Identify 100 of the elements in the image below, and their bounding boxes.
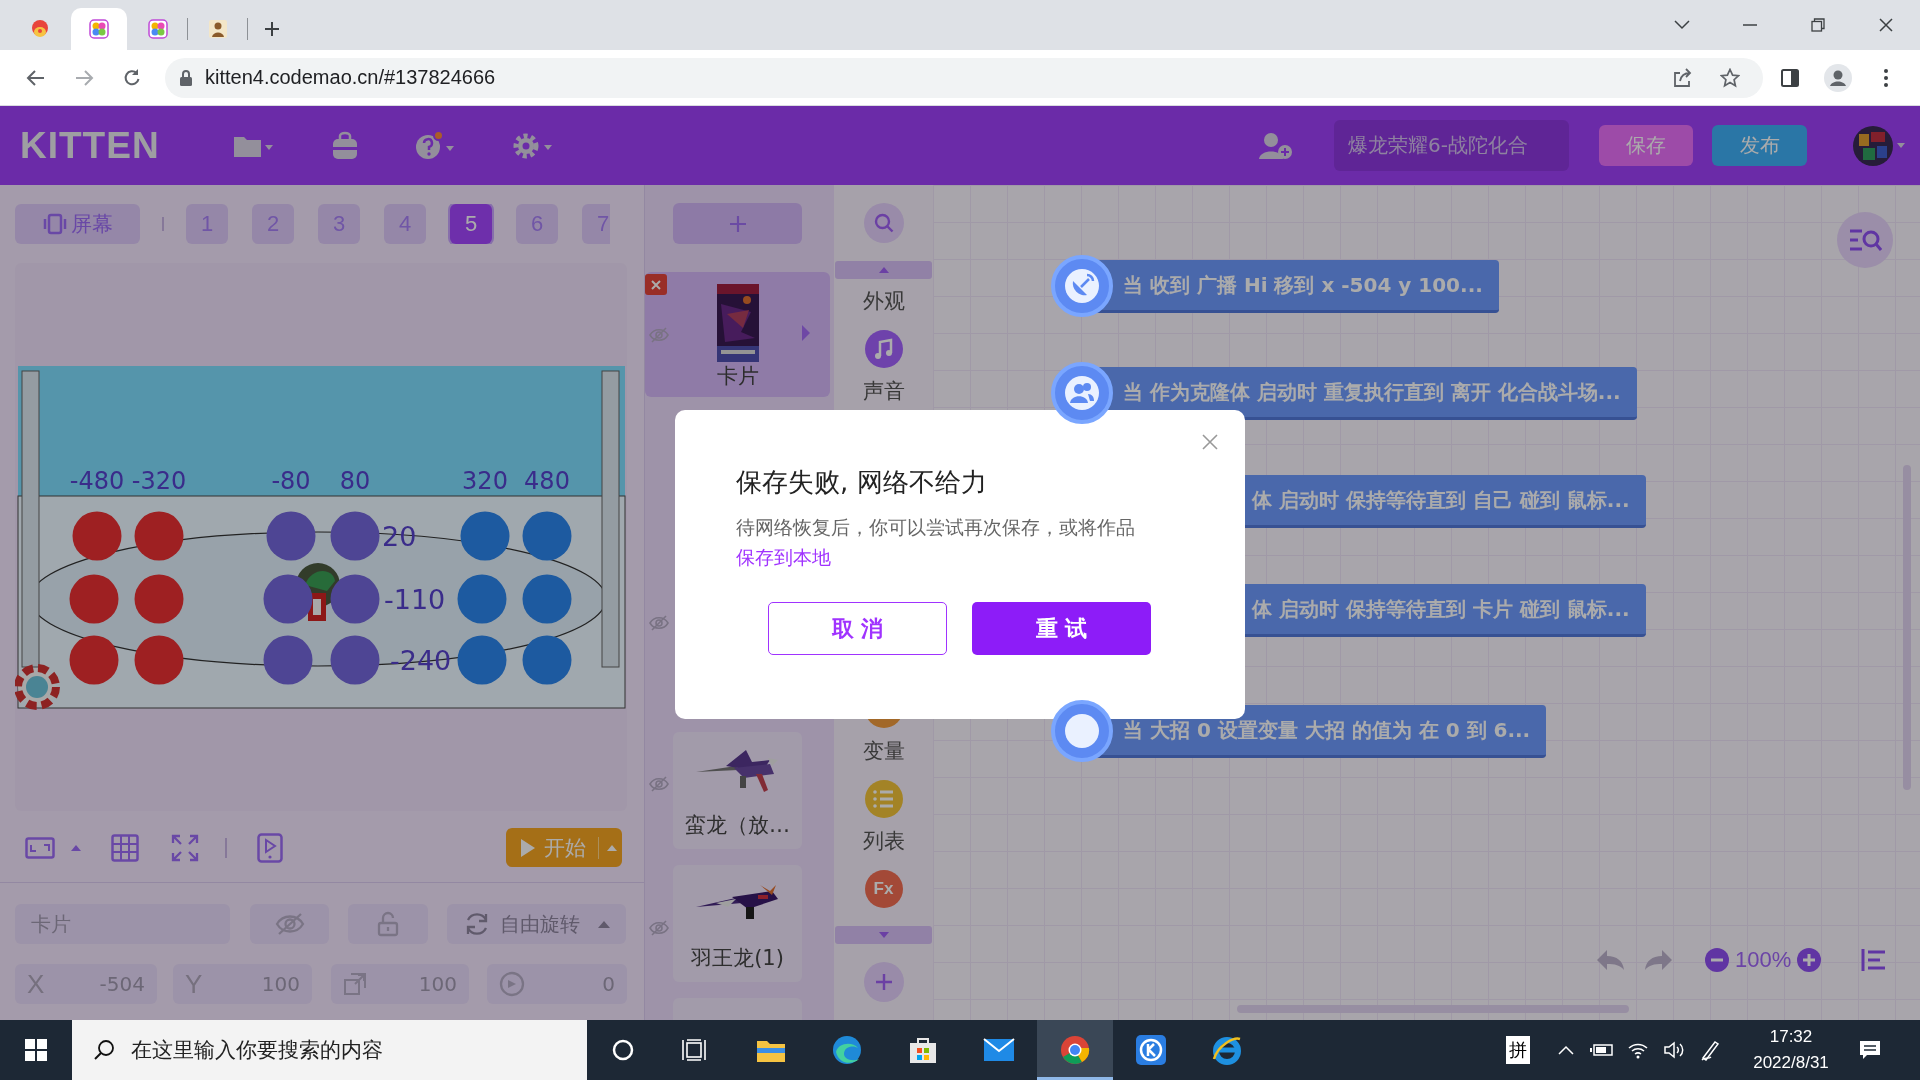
color-wheel-icon [148, 19, 168, 39]
profile-icon[interactable] [1824, 63, 1852, 92]
fullscreen-icon[interactable] [171, 833, 199, 862]
shopping-bag-icon[interactable] [908, 1035, 938, 1065]
url-text: kitten4.codemao.cn/#137824666 [205, 66, 496, 89]
plus-icon [874, 973, 893, 991]
redo-icon[interactable] [1644, 948, 1674, 972]
sprite-name: 蛮龙（放… [685, 812, 790, 839]
unlock-icon [377, 911, 399, 937]
chevron-up-icon[interactable] [1558, 1045, 1574, 1055]
start-button[interactable]: 开始 [506, 828, 622, 867]
zoom-level: 100% [1735, 947, 1791, 973]
category-label[interactable]: 变量 [862, 737, 905, 765]
caret-up-icon[interactable] [71, 844, 81, 851]
align-icon[interactable] [1861, 948, 1887, 972]
new-tab-icon[interactable] [264, 21, 280, 37]
figure-icon [208, 19, 228, 39]
coordinate-label: 320 [462, 467, 508, 495]
plus-icon [728, 214, 747, 233]
search-field[interactable]: 在这里输入你要搜索的内容 [72, 1020, 587, 1080]
grid-icon[interactable] [111, 833, 139, 862]
swoosh-icon[interactable] [1212, 1035, 1242, 1065]
browser-tab[interactable] [71, 8, 127, 50]
restore-icon[interactable] [1811, 18, 1825, 32]
sprite-name: 卡片 [716, 363, 759, 390]
size-icon [343, 972, 367, 996]
dialog-title: 保存失败, 网络不给力 [736, 466, 988, 499]
address-bar[interactable]: kitten4.codemao.cn/#137824666 [165, 57, 1763, 98]
wifi-icon[interactable] [1627, 1041, 1649, 1059]
category-label[interactable]: 外观 [862, 287, 905, 315]
screen-tab[interactable]: 5 [450, 204, 492, 244]
direction-icon [499, 971, 525, 997]
zoom-in-icon[interactable] [1797, 948, 1821, 972]
sprite-card[interactable]: 蛮龙（放… [673, 732, 802, 849]
add-user-icon[interactable] [1257, 130, 1293, 161]
notification-icon[interactable] [1859, 1040, 1881, 1060]
envelope-icon[interactable] [983, 1038, 1015, 1062]
lock-icon [179, 68, 193, 87]
task-view-icon[interactable] [682, 1039, 708, 1061]
close-icon [651, 279, 661, 290]
play-icon [520, 837, 536, 858]
volume-icon[interactable] [1663, 1041, 1685, 1059]
eye-off-icon [274, 912, 305, 936]
category-label[interactable]: 声音 [862, 377, 905, 405]
clock-time[interactable]: 17:32 [1769, 1024, 1813, 1050]
screen-button[interactable]: 屏幕 [15, 204, 140, 244]
sprite-card[interactable]: 卡片 [645, 272, 830, 397]
screen-size-icon[interactable] [25, 836, 55, 859]
save-button[interactable]: 保存 [1599, 125, 1693, 166]
mascot-icon [30, 19, 50, 39]
tricolor-circle-icon[interactable] [1060, 1035, 1090, 1065]
coordinate-label: 80 [339, 467, 371, 495]
retry-button[interactable]: 重 试 [972, 602, 1151, 655]
music-icon[interactable] [864, 330, 903, 368]
clock-date[interactable]: 2022/8/31 [1753, 1050, 1829, 1076]
avatar-icon[interactable] [1853, 125, 1893, 166]
coordinate-label: -110 [384, 584, 446, 615]
search-icon [873, 213, 894, 233]
zoom-out-icon[interactable] [1705, 948, 1729, 972]
coordinate-label: -80 [271, 467, 311, 495]
windows-icon[interactable] [25, 1039, 47, 1061]
cortana-icon[interactable] [612, 1039, 634, 1061]
caret-up-icon[interactable] [607, 844, 617, 851]
star-icon[interactable] [1720, 67, 1740, 88]
share-icon[interactable] [1672, 67, 1692, 88]
function-icon[interactable]: Fx [864, 870, 903, 908]
back-icon[interactable] [26, 67, 46, 88]
lifebuoy-icon [15, 664, 60, 710]
phone-icon [42, 213, 67, 235]
list-search-icon [1848, 227, 1882, 253]
undo-icon[interactable] [1595, 948, 1625, 972]
delete-button[interactable] [645, 274, 667, 295]
sprite-name: 羽王龙(1) [691, 945, 784, 972]
pen-icon[interactable] [1700, 1039, 1720, 1061]
ime-indicator[interactable]: 拼 [1506, 1036, 1530, 1064]
add-extension-button[interactable] [863, 962, 904, 1002]
rotation-dropdown[interactable]: 自由旋转 [447, 904, 626, 944]
side-panel-icon[interactable] [1781, 68, 1799, 87]
play-screen-icon[interactable] [257, 832, 283, 863]
forward-icon[interactable] [74, 67, 94, 88]
save-locally-link[interactable]: 保存到本地 [736, 546, 831, 568]
battery-icon[interactable] [1590, 1042, 1614, 1058]
publish-button[interactable]: 发布 [1712, 125, 1807, 166]
sprite-card[interactable]: 羽王龙(1) [673, 865, 802, 982]
arrow-right-icon[interactable] [802, 325, 810, 341]
cancel-button[interactable]: 取 消 [768, 602, 947, 655]
backpack-icon[interactable] [330, 130, 360, 161]
category-label[interactable]: 列表 [862, 827, 905, 855]
more-icon[interactable] [1884, 68, 1888, 87]
ring-icon[interactable] [1136, 1035, 1166, 1065]
swirl-icon[interactable] [832, 1035, 862, 1065]
search-list-button[interactable] [1837, 212, 1893, 268]
project-name-field[interactable]: 爆龙荣耀6-战陀化合 [1334, 120, 1569, 171]
reload-icon[interactable] [122, 67, 142, 88]
chevron-down-icon[interactable] [1674, 20, 1690, 30]
close-icon[interactable] [1879, 18, 1893, 32]
satellite-dish-icon [1051, 255, 1113, 317]
caret-icon[interactable] [1897, 143, 1905, 148]
color-wheel-icon [89, 19, 109, 39]
search-button[interactable] [863, 203, 904, 243]
